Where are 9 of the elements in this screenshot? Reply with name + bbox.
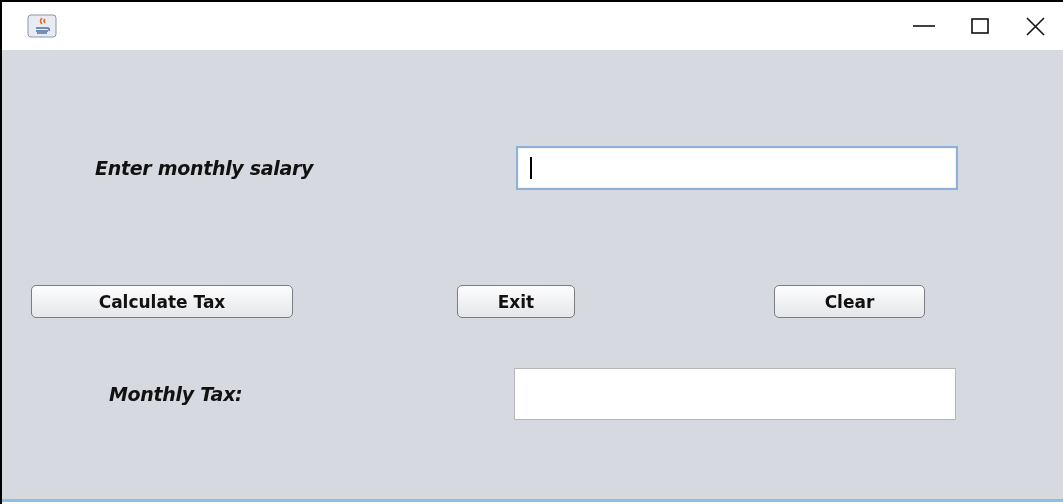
app-icon[interactable] [27,14,57,38]
exit-button[interactable]: Exit [457,285,575,318]
calculate-button[interactable]: Calculate Tax [31,285,293,318]
field-label: Monthly Tax: [109,383,243,405]
field-label: Enter monthly salary [95,157,314,179]
clear-button[interactable]: Clear [774,285,925,318]
text-cursor [530,157,532,179]
input-field[interactable] [516,146,958,190]
input-field[interactable] [514,368,956,420]
